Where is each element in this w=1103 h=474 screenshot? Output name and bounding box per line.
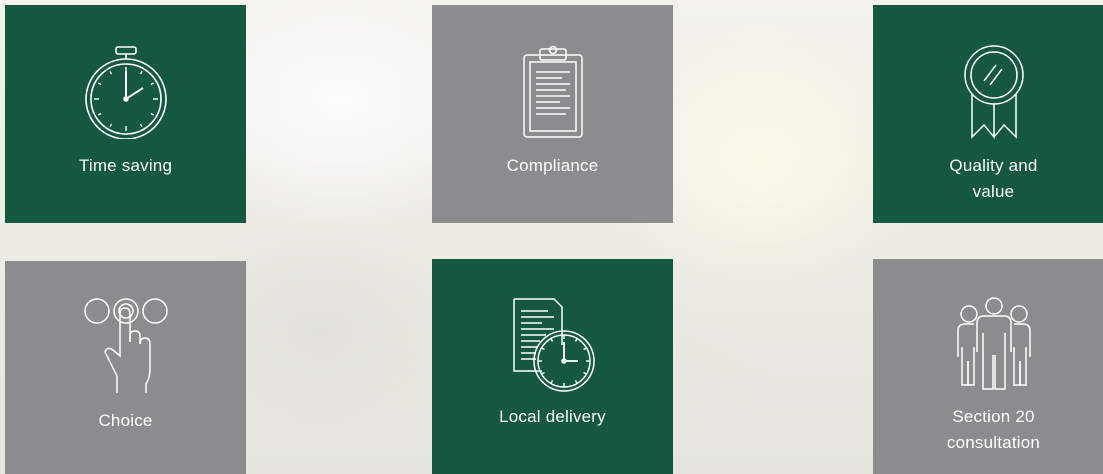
feature-label-line: Choice <box>98 411 153 430</box>
feature-label: Choice <box>15 408 236 434</box>
clipboard-icon <box>432 45 673 139</box>
feature-label-line: Section 20 <box>952 407 1035 426</box>
feature-label: Time saving <box>15 153 236 179</box>
group-of-people-icon <box>873 297 1103 391</box>
feature-label: Local delivery <box>442 404 663 430</box>
feature-label-line: value <box>972 182 1015 201</box>
feature-tile-choice[interactable]: Choice <box>5 261 246 474</box>
feature-tile-quality-and-value[interactable]: Quality and value <box>873 5 1103 223</box>
hand-pressing-button-icon <box>5 296 246 396</box>
feature-label: Compliance <box>442 153 663 179</box>
feature-label: Quality and value <box>883 153 1103 205</box>
feature-label: Section 20 consultation <box>883 404 1103 456</box>
award-ribbon-icon <box>873 43 1103 139</box>
feature-tile-time-saving[interactable]: Time saving <box>5 5 246 223</box>
feature-label-line: Time saving <box>78 156 173 175</box>
feature-label-line: Compliance <box>506 156 599 175</box>
feature-tile-compliance[interactable]: Compliance <box>432 5 673 223</box>
feature-label-line: Local delivery <box>499 407 606 426</box>
document-clock-icon <box>432 297 673 393</box>
feature-tile-local-delivery[interactable]: Local delivery <box>432 259 673 474</box>
feature-tile-section-20-consultation[interactable]: Section 20 consultation <box>873 259 1103 474</box>
feature-label-line: consultation <box>946 433 1041 452</box>
stopwatch-icon <box>5 45 246 139</box>
feature-label-line: Quality and <box>949 156 1038 175</box>
